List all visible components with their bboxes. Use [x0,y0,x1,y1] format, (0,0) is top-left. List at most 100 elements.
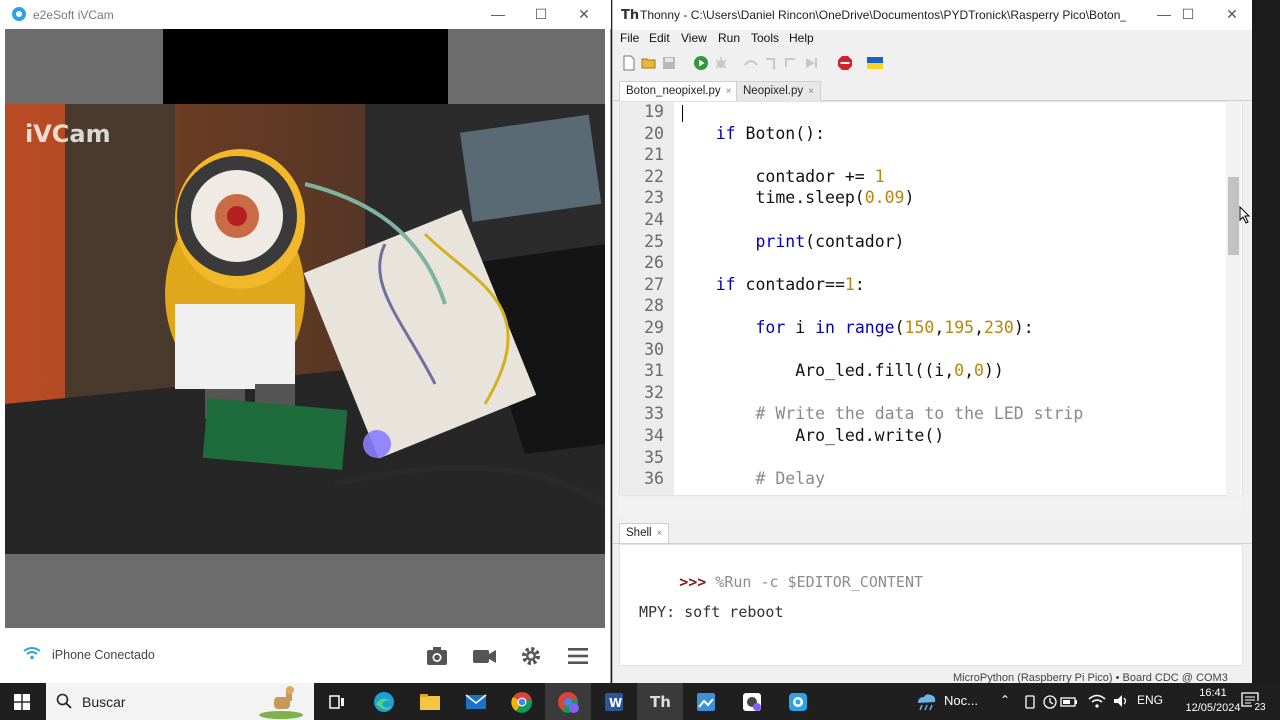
step-over-icon[interactable] [743,55,759,71]
code-editor[interactable]: 19 20 if Boton(): 21 22 contador += 1 23 tim… [619,101,1243,496]
taskbar-search-box[interactable]: Buscar [46,683,314,720]
thonny-taskbar-icon[interactable]: Th [650,690,674,714]
weather-label[interactable]: Noc... [944,693,978,708]
settings-gear-icon[interactable] [517,642,545,670]
menu-view[interactable]: View [681,31,707,45]
connection-status: iPhone Conectado [52,648,155,662]
code-text[interactable]: # Delay [676,469,825,488]
maximize-button[interactable]: ☐ [518,0,564,29]
interpreter-status[interactable]: MicroPython (Raspberry Pi Pico) • Board … [953,672,1228,683]
wifi-tray-icon[interactable] [1088,693,1106,709]
save-icon[interactable] [661,55,677,71]
line-number: 23 [644,188,664,208]
code-line[interactable]: 27 if contador==1: [620,275,1230,297]
volume-icon[interactable] [1112,693,1130,709]
code-line[interactable]: 31 Aro_led.fill((i,0,0)) [620,361,1230,383]
thonny-titlebar[interactable]: Th Thonny - C:\Users\Daniel Rincon\OneDr… [613,0,1253,30]
code-text[interactable]: # Write the data to the LED strip [676,404,1083,423]
menu-icon[interactable] [564,642,592,670]
code-line[interactable]: 28 [620,296,1230,318]
line-number: 22 [644,166,664,186]
file-explorer-icon[interactable] [418,690,442,714]
shell-command: %Run -c $EDITOR_CONTENT [706,573,924,591]
word-icon[interactable]: W [602,690,626,714]
camera-scene-image [5,104,605,554]
camera-snapshot-icon[interactable] [423,642,451,670]
text-caret [682,105,683,122]
show-hidden-icons-icon[interactable]: ⌃ [1000,693,1010,707]
debug-icon[interactable] [713,55,729,71]
editor-horizontal-scrollbar[interactable] [619,497,1243,514]
photos-app-icon[interactable] [694,690,718,714]
code-line[interactable]: 23 time.sleep(0.09) [620,188,1230,210]
close-button[interactable]: ✕ [561,0,607,29]
chrome-icon[interactable] [510,690,534,714]
code-line[interactable]: 26 [620,253,1230,275]
onedrive-sync-icon[interactable] [1042,694,1058,710]
code-line[interactable]: 20 if Boton(): [620,124,1230,146]
code-line[interactable]: 22 contador += 1 [620,167,1230,189]
menu-run[interactable]: Run [718,31,740,45]
code-text[interactable]: Aro_led.write() [676,426,944,445]
chrome-profile-icon[interactable] [556,690,580,714]
task-view-icon[interactable] [325,690,349,714]
ivcam-titlebar[interactable]: e2eSoft iVCam — ☐ ✕ [0,0,611,29]
stop-icon[interactable] [837,55,853,71]
code-text[interactable]: time.sleep(0.09) [676,188,914,207]
code-text[interactable]: print(contador) [676,232,904,251]
menu-edit[interactable]: Edit [649,31,670,45]
code-line[interactable]: 25 print(contador) [620,232,1230,254]
resume-icon[interactable] [803,55,819,71]
network-device-icon[interactable] [1022,694,1038,710]
code-text[interactable]: contador += 1 [676,167,884,186]
video-record-icon[interactable] [470,642,498,670]
step-into-icon[interactable] [763,55,779,71]
shell-console[interactable]: >>> %Run -c $EDITOR_CONTENT MPY: soft re… [619,544,1243,666]
code-text[interactable]: for i in range(150,195,230): [676,318,1033,337]
run-icon[interactable] [693,55,709,71]
battery-icon[interactable] [1060,694,1078,710]
tab-shell[interactable]: Shell × [619,523,670,543]
ivcam-bottom-bar: iPhone Conectado [5,628,605,683]
code-text[interactable]: if Boton(): [676,124,825,143]
scrollbar-thumb[interactable] [1228,177,1239,255]
step-out-icon[interactable] [783,55,799,71]
code-line[interactable]: 32 [620,383,1230,405]
minimize-button[interactable]: — [475,0,521,29]
tab-neopixel[interactable]: Neopixel.py × [736,81,821,101]
close-button[interactable]: ✕ [1209,0,1255,29]
language-indicator[interactable]: ENG [1137,693,1163,707]
maximize-button[interactable]: ☐ [1165,0,1211,29]
code-text[interactable]: if contador==1: [676,275,865,294]
teams-like-app-icon[interactable] [740,690,764,714]
code-line[interactable]: 35 [620,448,1230,470]
windows-start-icon[interactable] [14,694,30,710]
menu-file[interactable]: File [620,31,639,45]
code-line[interactable]: 30 [620,340,1230,362]
ukraine-flag-icon[interactable] [867,55,883,71]
code-line[interactable]: 33 # Write the data to the LED strip [620,404,1230,426]
menu-tools[interactable]: Tools [751,31,779,45]
code-line[interactable]: 34 Aro_led.write() [620,426,1230,448]
mail-icon[interactable] [464,690,488,714]
code-text[interactable]: Aro_led.fill((i,0,0)) [676,361,1004,380]
menu-help[interactable]: Help [789,31,814,45]
code-line[interactable]: 19 [620,102,1230,124]
edge-browser-icon[interactable] [372,690,396,714]
code-line[interactable]: 36 # Delay [620,469,1230,491]
taskbar-clock[interactable]: 16:41 12/05/2024 [1180,686,1246,716]
code-line[interactable]: 21 [620,145,1230,167]
code-line[interactable]: 29 for i in range(150,195,230): [620,318,1230,340]
tab-close-icon[interactable]: × [726,86,732,97]
editor-vertical-scrollbar[interactable] [1226,101,1241,496]
code-line[interactable]: 24 [620,210,1230,232]
weather-rain-icon[interactable] [914,691,938,713]
ivcam-taskbar-icon[interactable] [786,690,810,714]
tab-boton-neopixel[interactable]: Boton_neopixel.py × [619,81,739,101]
toolbar [613,48,1253,78]
editor-tabs: Boton_neopixel.py × Neopixel.py × [613,78,1253,101]
open-folder-icon[interactable] [641,55,657,71]
new-file-icon[interactable] [621,55,637,71]
tab-close-icon[interactable]: × [808,86,814,97]
tab-close-icon[interactable]: × [657,528,663,539]
